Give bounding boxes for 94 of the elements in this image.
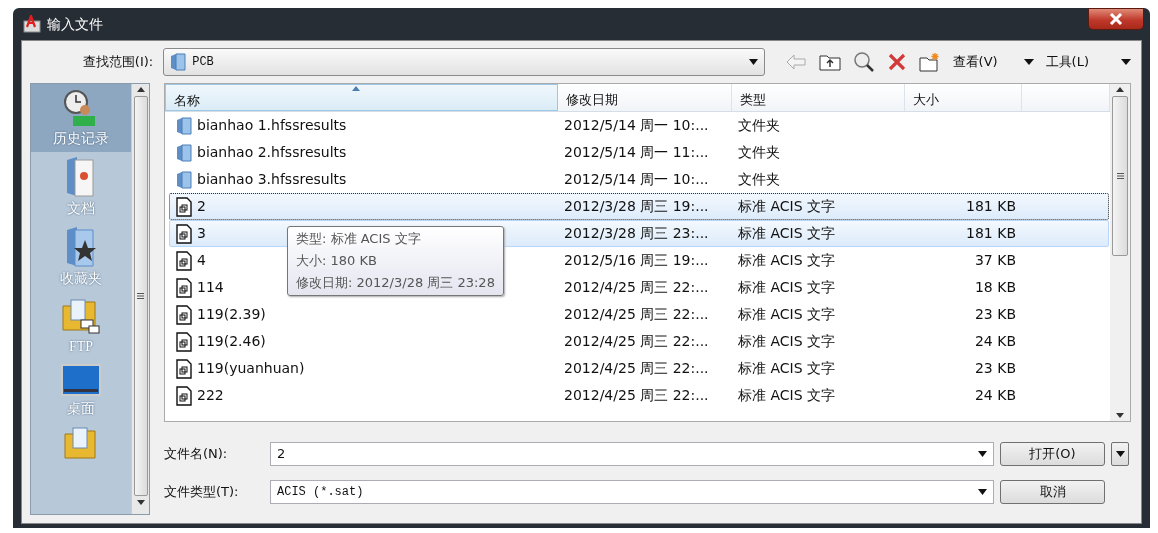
modified-date: 2012/4/25 周三 22:... bbox=[564, 387, 709, 403]
file-type: 文件夹 bbox=[738, 117, 780, 133]
modified-date: 2012/4/25 周三 22:... bbox=[564, 360, 709, 376]
caret-icon bbox=[748, 59, 758, 65]
file-size: 18 KB bbox=[974, 279, 1016, 295]
file-type-label: 文件类型(T): bbox=[164, 483, 240, 502]
file-size: 24 KB bbox=[974, 333, 1016, 349]
file-name-label: 文件名(N): bbox=[164, 445, 229, 464]
caret-icon[interactable] bbox=[1121, 59, 1131, 65]
caret-icon bbox=[978, 451, 987, 457]
app-icon bbox=[23, 15, 41, 33]
modified-date: 2012/3/28 周三 19:... bbox=[564, 198, 709, 214]
file-size: 181 KB bbox=[966, 225, 1016, 241]
file-icon bbox=[176, 385, 192, 406]
close-icon bbox=[1109, 13, 1123, 25]
modified-date: 2012/3/28 周三 23:... bbox=[564, 225, 709, 241]
scroll-up-icon[interactable] bbox=[1116, 87, 1124, 92]
file-type: 标准 ACIS 文字 bbox=[738, 279, 836, 295]
file-name: 2 bbox=[197, 197, 206, 216]
scrollbar-thumb[interactable] bbox=[133, 96, 148, 496]
scroll-up-icon[interactable] bbox=[136, 87, 145, 92]
caret-icon[interactable] bbox=[1023, 59, 1034, 65]
file-name[interactable]: bianhao 2.hfssresults bbox=[197, 142, 347, 163]
folder-icon bbox=[63, 426, 99, 462]
file-name[interactable]: 114 bbox=[197, 277, 224, 298]
file-type: 标准 ACIS 文字 bbox=[738, 333, 836, 349]
scroll-down-icon[interactable] bbox=[136, 500, 145, 505]
file-row[interactable]: 2 2012/3/28 周三 19:... 标准 ACIS 文字 181 KB bbox=[169, 193, 1109, 220]
file-type: 文件夹 bbox=[738, 144, 780, 160]
file-type-dropdown[interactable]: ACIS (*.sat) bbox=[270, 480, 994, 504]
folder-icon bbox=[176, 116, 192, 135]
file-icon bbox=[176, 358, 192, 379]
file-size: 181 KB bbox=[966, 198, 1016, 214]
search-icon[interactable] bbox=[852, 51, 875, 73]
file-size: 24 KB bbox=[974, 387, 1016, 403]
modified-date: 2012/4/25 周三 22:... bbox=[564, 333, 709, 349]
file-icon bbox=[176, 223, 192, 244]
file-name[interactable]: 119(2.46) bbox=[197, 331, 266, 352]
file-type: 标准 ACIS 文字 bbox=[738, 252, 836, 268]
modified-date: 2012/5/14 周一 10:... bbox=[564, 171, 709, 187]
look-in-dropdown[interactable]: PCB bbox=[163, 48, 765, 76]
view-menu[interactable]: 查看(V) bbox=[952, 52, 998, 72]
cancel-button[interactable]: 取消 bbox=[1000, 480, 1105, 504]
file-icon bbox=[176, 331, 192, 352]
ftp-folder-icon bbox=[61, 296, 101, 336]
file-type: 标准 ACIS 文字 bbox=[738, 387, 836, 403]
new-folder-icon[interactable] bbox=[918, 52, 941, 72]
file-icon bbox=[176, 250, 192, 271]
file-type: 文件夹 bbox=[738, 171, 780, 187]
file-name[interactable]: 222 bbox=[197, 385, 224, 406]
column-header[interactable]: 类型 bbox=[732, 84, 905, 111]
file-type: 标准 ACIS 文字 bbox=[738, 198, 836, 214]
caret-icon bbox=[978, 489, 987, 495]
column-header[interactable]: 名称 bbox=[165, 84, 558, 111]
file-name-field[interactable]: 2 bbox=[270, 442, 994, 466]
open-options-button[interactable] bbox=[1111, 442, 1129, 466]
caret-icon bbox=[1115, 451, 1125, 457]
file-name[interactable]: 4 bbox=[197, 250, 206, 271]
folder-icon bbox=[176, 143, 192, 162]
file-name[interactable]: bianhao 3.hfssresults bbox=[197, 169, 347, 190]
file-size: 23 KB bbox=[974, 360, 1016, 376]
file-size: 37 KB bbox=[974, 252, 1016, 268]
up-folder-icon[interactable] bbox=[818, 53, 841, 71]
scrollbar-thumb[interactable] bbox=[1112, 96, 1128, 256]
modified-date: 2012/5/14 周一 11:... bbox=[564, 144, 709, 160]
file-type: 标准 ACIS 文字 bbox=[738, 360, 836, 376]
delete-icon[interactable] bbox=[886, 52, 907, 72]
column-header[interactable]: 大小 bbox=[905, 84, 1022, 111]
modified-date: 2012/4/25 周三 22:... bbox=[564, 279, 709, 295]
file-name: 3 bbox=[197, 224, 206, 243]
tools-menu[interactable]: 工具(L) bbox=[1045, 52, 1089, 72]
modified-date: 2012/4/25 周三 22:... bbox=[564, 306, 709, 322]
folder-icon bbox=[170, 53, 187, 71]
tooltip: 类型: 标准 ACIS 文字 大小: 180 KB 修改日期: 2012/3/28 周三 23:28 bbox=[287, 226, 504, 296]
sort-arrow-icon bbox=[352, 86, 360, 91]
open-button[interactable]: 打开(O) bbox=[1000, 442, 1105, 466]
monitor-icon bbox=[61, 364, 101, 398]
window-title: 输入文件 bbox=[47, 14, 103, 34]
file-icon bbox=[176, 304, 192, 325]
file-type: 标准 ACIS 文字 bbox=[738, 306, 836, 322]
folder-icon bbox=[176, 170, 192, 189]
scroll-down-icon[interactable] bbox=[1116, 413, 1124, 418]
modified-date: 2012/5/16 周三 19:... bbox=[564, 252, 709, 268]
file-name[interactable]: 119(2.39) bbox=[197, 304, 266, 325]
look-in-label: 查找范围(I): bbox=[81, 53, 154, 72]
column-header[interactable]: 修改日期 bbox=[558, 84, 732, 111]
file-name[interactable]: 119(yuanhuan) bbox=[197, 358, 305, 379]
file-name[interactable]: bianhao 1.hfssresults bbox=[197, 115, 347, 136]
file-icon bbox=[176, 196, 192, 217]
close-button[interactable] bbox=[1088, 8, 1144, 30]
file-size: 23 KB bbox=[974, 306, 1016, 322]
file-icon bbox=[176, 277, 192, 298]
modified-date: 2012/5/14 周一 10:... bbox=[564, 117, 709, 133]
file-type: 标准 ACIS 文字 bbox=[738, 225, 836, 241]
